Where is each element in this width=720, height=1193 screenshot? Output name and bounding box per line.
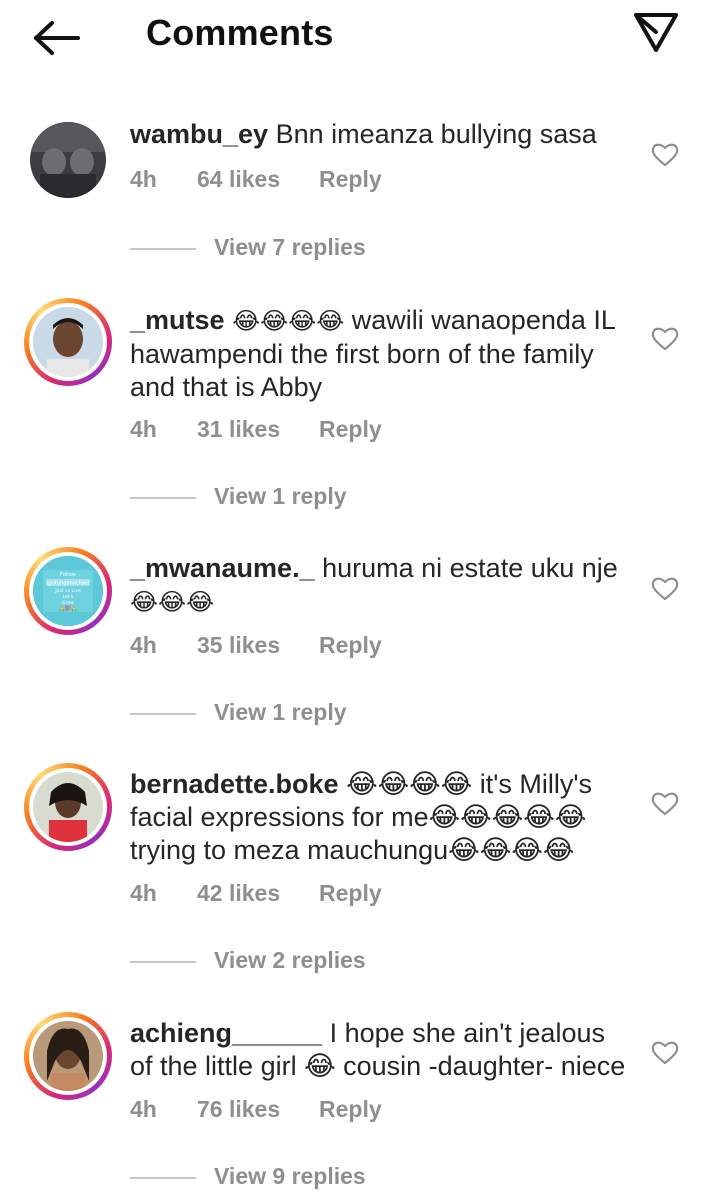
view-replies-button[interactable]: View 1 reply: [130, 699, 530, 729]
comment-emojis: 😂😂😂: [130, 588, 215, 616]
avatar[interactable]: [24, 763, 112, 851]
replies-divider: [130, 497, 196, 499]
comment-username[interactable]: _mwanaume._: [130, 553, 315, 583]
heart-icon: [651, 143, 679, 167]
like-button[interactable]: [651, 326, 679, 352]
comment-username[interactable]: wambu_ey: [130, 119, 268, 149]
comment-username[interactable]: bernadette.boke: [130, 769, 339, 799]
avatar-text-handle: @otungamichael: [47, 581, 89, 587]
avatar-image: Follow @otungamichael Just vs Live Let's…: [33, 556, 103, 626]
comment-text: _mwanaume._ huruma ni estate uku nje 😂😂😂: [130, 552, 630, 619]
like-button[interactable]: [651, 142, 679, 168]
heart-icon: [651, 577, 679, 601]
view-replies-button[interactable]: View 1 reply: [130, 483, 530, 513]
comment-likes[interactable]: 76 likes: [197, 1096, 280, 1123]
view-replies-label: View 1 reply: [214, 483, 347, 509]
view-replies-label: View 7 replies: [214, 234, 366, 260]
view-replies-button[interactable]: View 9 replies: [130, 1163, 530, 1193]
view-replies-label: View 1 reply: [214, 699, 347, 725]
heart-icon: [651, 792, 679, 816]
reply-button[interactable]: Reply: [319, 416, 382, 443]
comment-time: 4h: [130, 1096, 157, 1122]
replies-divider: [130, 1177, 196, 1179]
comment-text: wambu_ey Bnn imeanza bullying sasa: [130, 118, 630, 151]
avatar-image: [30, 122, 106, 198]
comment-time: 4h: [130, 880, 157, 906]
arrow-left-icon: [34, 21, 80, 55]
avatar[interactable]: [24, 1012, 112, 1100]
avatar[interactable]: [24, 298, 112, 386]
comment-likes[interactable]: 42 likes: [197, 880, 280, 907]
back-button[interactable]: [30, 18, 82, 58]
avatar-text-line: Let's: [63, 594, 74, 600]
reply-button[interactable]: Reply: [319, 166, 382, 193]
view-replies-button[interactable]: View 2 replies: [130, 947, 530, 977]
avatar[interactable]: Follow @otungamichael Just vs Live Let's…: [24, 547, 112, 635]
like-button[interactable]: [651, 1040, 679, 1066]
replies-divider: [130, 961, 196, 963]
replies-divider: [130, 248, 196, 250]
comment-username[interactable]: _mutse: [130, 305, 225, 335]
comment-likes[interactable]: 31 likes: [197, 416, 280, 443]
comment-username[interactable]: achieng______: [130, 1018, 322, 1048]
reply-button[interactable]: Reply: [319, 632, 382, 659]
avatar-image: [33, 1021, 103, 1091]
comment-time: 4h: [130, 416, 157, 442]
page-title: Comments: [146, 12, 334, 53]
reply-button[interactable]: Reply: [319, 1096, 382, 1123]
view-replies-label: View 2 replies: [214, 947, 366, 973]
comment-text: achieng______ I hope she ain't jealous o…: [130, 1017, 630, 1083]
comment-time: 4h: [130, 632, 157, 658]
replies-divider: [130, 713, 196, 715]
avatar-text-follow: Follow: [60, 572, 76, 578]
avatar-text-emoji: 🙏💯🙏: [59, 605, 78, 612]
avatar[interactable]: [30, 122, 106, 198]
view-replies-label: View 9 replies: [214, 1163, 366, 1189]
comment-likes[interactable]: 64 likes: [197, 166, 280, 193]
comment-text: bernadette.boke 😂😂😂😂 it's Milly's facial…: [130, 768, 630, 867]
view-replies-button[interactable]: View 7 replies: [130, 234, 530, 264]
heart-icon: [651, 1041, 679, 1065]
reply-button[interactable]: Reply: [319, 880, 382, 907]
like-button[interactable]: [651, 576, 679, 602]
comment-emojis: 😂😂😂😂: [232, 307, 345, 335]
avatar-text-line: Just vs Live: [54, 588, 81, 594]
like-button[interactable]: [651, 791, 679, 817]
share-button[interactable]: [632, 10, 680, 54]
comment-body: Bnn imeanza bullying sasa: [275, 119, 597, 149]
comment-body: huruma ni estate uku nje: [314, 553, 618, 583]
comment-text: _mutse 😂😂😂😂 wawili wanaopenda IL hawampe…: [130, 304, 630, 404]
header-bar: Comments: [0, 0, 720, 72]
comment-time: 4h: [130, 166, 157, 192]
heart-icon: [651, 327, 679, 351]
avatar-image: [33, 772, 103, 842]
comment-likes[interactable]: 35 likes: [197, 632, 280, 659]
avatar-image: [33, 307, 103, 377]
paper-plane-icon: [634, 13, 678, 52]
